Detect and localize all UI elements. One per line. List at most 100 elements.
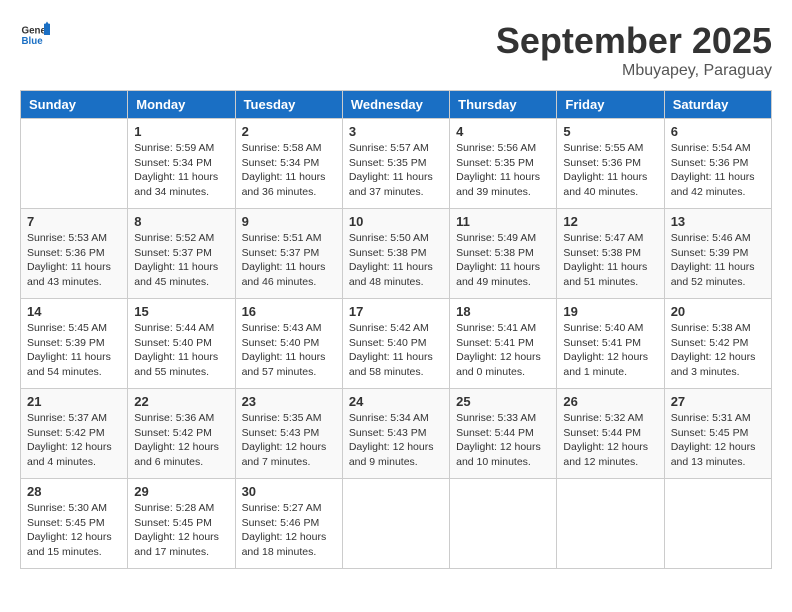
day-number: 24 — [349, 394, 443, 409]
cell-w4-d6: 26 Sunrise: 5:32 AM Sunset: 5:44 PM Dayli… — [557, 389, 664, 479]
cell-w1-d5: 4 Sunrise: 5:56 AM Sunset: 5:35 PM Daylig… — [450, 119, 557, 209]
cell-info: Sunrise: 5:38 AM Sunset: 5:42 PM Dayligh… — [671, 321, 765, 380]
col-wednesday: Wednesday — [342, 91, 449, 119]
cell-w2-d6: 12Sunrise: 5:47 AM Sunset: 5:38 PM Dayli… — [557, 209, 664, 299]
day-number: 8 — [134, 214, 228, 229]
day-number: 7 — [27, 214, 121, 229]
cell-w5-d7 — [664, 479, 771, 569]
day-number: 28 — [27, 484, 121, 499]
day-number: 10 — [349, 214, 443, 229]
cell-info: Sunrise: 5:59 AM Sunset: 5:34 PM Dayligh… — [134, 141, 228, 200]
day-number: 22 — [134, 394, 228, 409]
cell-w1-d1 — [21, 119, 128, 209]
cell-w1-d6: 5 Sunrise: 5:55 AM Sunset: 5:36 PM Daylig… — [557, 119, 664, 209]
day-number: 1 — [134, 124, 228, 139]
cell-w2-d5: 11 Sunrise: 5:49 AM Sunset: 5:38 PM Dayli… — [450, 209, 557, 299]
col-friday: Friday — [557, 91, 664, 119]
cell-info: Sunrise: 5:51 AM Sunset: 5:37 PM Dayligh… — [242, 231, 336, 290]
cell-w2-d4: 10Sunrise: 5:50 AM Sunset: 5:38 PM Dayli… — [342, 209, 449, 299]
cell-w5-d4 — [342, 479, 449, 569]
week-row-1: 1 Sunrise: 5:59 AM Sunset: 5:34 PM Daylig… — [21, 119, 772, 209]
cell-w2-d7: 13 Sunrise: 5:46 AM Sunset: 5:39 PM Dayli… — [664, 209, 771, 299]
cell-w5-d3: 30 Sunrise: 5:27 AM Sunset: 5:46 PM Dayli… — [235, 479, 342, 569]
day-number: 12 — [563, 214, 657, 229]
cell-info: Sunrise: 5:41 AM Sunset: 5:41 PM Dayligh… — [456, 321, 550, 380]
cell-info: Sunrise: 5:31 AM Sunset: 5:45 PM Dayligh… — [671, 411, 765, 470]
day-number: 15 — [134, 304, 228, 319]
cell-info: Sunrise: 5:34 AM Sunset: 5:43 PM Dayligh… — [349, 411, 443, 470]
cell-w1-d2: 1 Sunrise: 5:59 AM Sunset: 5:34 PM Daylig… — [128, 119, 235, 209]
day-number: 30 — [242, 484, 336, 499]
cell-info: Sunrise: 5:46 AM Sunset: 5:39 PM Dayligh… — [671, 231, 765, 290]
cell-w5-d1: 28 Sunrise: 5:30 AM Sunset: 5:45 PM Dayli… — [21, 479, 128, 569]
cell-w4-d7: 27 Sunrise: 5:31 AM Sunset: 5:45 PM Dayli… — [664, 389, 771, 479]
day-number: 26 — [563, 394, 657, 409]
day-number: 4 — [456, 124, 550, 139]
cell-info: Sunrise: 5:35 AM Sunset: 5:43 PM Dayligh… — [242, 411, 336, 470]
cell-info: Sunrise: 5:30 AM Sunset: 5:45 PM Dayligh… — [27, 501, 121, 560]
day-number: 27 — [671, 394, 765, 409]
week-row-2: 7 Sunrise: 5:53 AM Sunset: 5:36 PM Daylig… — [21, 209, 772, 299]
cell-info: Sunrise: 5:49 AM Sunset: 5:38 PM Dayligh… — [456, 231, 550, 290]
cell-w5-d5 — [450, 479, 557, 569]
cell-w4-d4: 24 Sunrise: 5:34 AM Sunset: 5:43 PM Dayli… — [342, 389, 449, 479]
cell-info: Sunrise: 5:44 AM Sunset: 5:40 PM Dayligh… — [134, 321, 228, 380]
day-number: 14 — [27, 304, 121, 319]
month-title: September 2025 — [496, 20, 772, 62]
day-number: 9 — [242, 214, 336, 229]
cell-info: Sunrise: 5:53 AM Sunset: 5:36 PM Dayligh… — [27, 231, 121, 290]
cell-w1-d4: 3 Sunrise: 5:57 AM Sunset: 5:35 PM Daylig… — [342, 119, 449, 209]
cell-w4-d5: 25 Sunrise: 5:33 AM Sunset: 5:44 PM Dayli… — [450, 389, 557, 479]
day-number: 19 — [563, 304, 657, 319]
day-number: 20 — [671, 304, 765, 319]
cell-info: Sunrise: 5:28 AM Sunset: 5:45 PM Dayligh… — [134, 501, 228, 560]
day-number: 13 — [671, 214, 765, 229]
day-number: 17 — [349, 304, 443, 319]
week-row-3: 14 Sunrise: 5:45 AM Sunset: 5:39 PM Dayli… — [21, 299, 772, 389]
cell-info: Sunrise: 5:40 AM Sunset: 5:41 PM Dayligh… — [563, 321, 657, 380]
cell-info: Sunrise: 5:37 AM Sunset: 5:42 PM Dayligh… — [27, 411, 121, 470]
cell-w3-d2: 15 Sunrise: 5:44 AM Sunset: 5:40 PM Dayli… — [128, 299, 235, 389]
cell-info: Sunrise: 5:32 AM Sunset: 5:44 PM Dayligh… — [563, 411, 657, 470]
cell-info: Sunrise: 5:42 AM Sunset: 5:40 PM Dayligh… — [349, 321, 443, 380]
cell-w1-d7: 6Sunrise: 5:54 AM Sunset: 5:36 PM Daylig… — [664, 119, 771, 209]
cell-info: Sunrise: 5:56 AM Sunset: 5:35 PM Dayligh… — [456, 141, 550, 200]
day-number: 11 — [456, 214, 550, 229]
cell-info: Sunrise: 5:43 AM Sunset: 5:40 PM Dayligh… — [242, 321, 336, 380]
cell-w2-d3: 9 Sunrise: 5:51 AM Sunset: 5:37 PM Daylig… — [235, 209, 342, 299]
col-monday: Monday — [128, 91, 235, 119]
logo: General Blue — [20, 20, 50, 50]
week-row-5: 28 Sunrise: 5:30 AM Sunset: 5:45 PM Dayli… — [21, 479, 772, 569]
col-thursday: Thursday — [450, 91, 557, 119]
day-number: 25 — [456, 394, 550, 409]
cell-w3-d7: 20 Sunrise: 5:38 AM Sunset: 5:42 PM Dayli… — [664, 299, 771, 389]
location-subtitle: Mbuyapey, Paraguay — [496, 62, 772, 80]
day-number: 23 — [242, 394, 336, 409]
header-row: Sunday Monday Tuesday Wednesday Thursday… — [21, 91, 772, 119]
cell-info: Sunrise: 5:55 AM Sunset: 5:36 PM Dayligh… — [563, 141, 657, 200]
cell-w1-d3: 2Sunrise: 5:58 AM Sunset: 5:34 PM Daylig… — [235, 119, 342, 209]
cell-w4-d1: 21 Sunrise: 5:37 AM Sunset: 5:42 PM Dayli… — [21, 389, 128, 479]
calendar-table: Sunday Monday Tuesday Wednesday Thursday… — [20, 90, 772, 569]
day-number: 21 — [27, 394, 121, 409]
cell-info: Sunrise: 5:57 AM Sunset: 5:35 PM Dayligh… — [349, 141, 443, 200]
cell-w5-d2: 29Sunrise: 5:28 AM Sunset: 5:45 PM Dayli… — [128, 479, 235, 569]
cell-w4-d3: 23 Sunrise: 5:35 AM Sunset: 5:43 PM Dayli… — [235, 389, 342, 479]
cell-info: Sunrise: 5:33 AM Sunset: 5:44 PM Dayligh… — [456, 411, 550, 470]
cell-info: Sunrise: 5:45 AM Sunset: 5:39 PM Dayligh… — [27, 321, 121, 380]
col-tuesday: Tuesday — [235, 91, 342, 119]
day-number: 3 — [349, 124, 443, 139]
day-number: 16 — [242, 304, 336, 319]
col-sunday: Sunday — [21, 91, 128, 119]
cell-info: Sunrise: 5:27 AM Sunset: 5:46 PM Dayligh… — [242, 501, 336, 560]
cell-w3-d6: 19 Sunrise: 5:40 AM Sunset: 5:41 PM Dayli… — [557, 299, 664, 389]
day-number: 5 — [563, 124, 657, 139]
svg-text:Blue: Blue — [22, 36, 44, 47]
title-section: September 2025 Mbuyapey, Paraguay — [496, 20, 772, 80]
cell-info: Sunrise: 5:58 AM Sunset: 5:34 PM Dayligh… — [242, 141, 336, 200]
day-number: 18 — [456, 304, 550, 319]
cell-info: Sunrise: 5:36 AM Sunset: 5:42 PM Dayligh… — [134, 411, 228, 470]
cell-w2-d2: 8Sunrise: 5:52 AM Sunset: 5:37 PM Daylig… — [128, 209, 235, 299]
cell-w4-d2: 22 Sunrise: 5:36 AM Sunset: 5:42 PM Dayli… — [128, 389, 235, 479]
header: General Blue September 2025 Mbuyapey, Pa… — [20, 20, 772, 80]
